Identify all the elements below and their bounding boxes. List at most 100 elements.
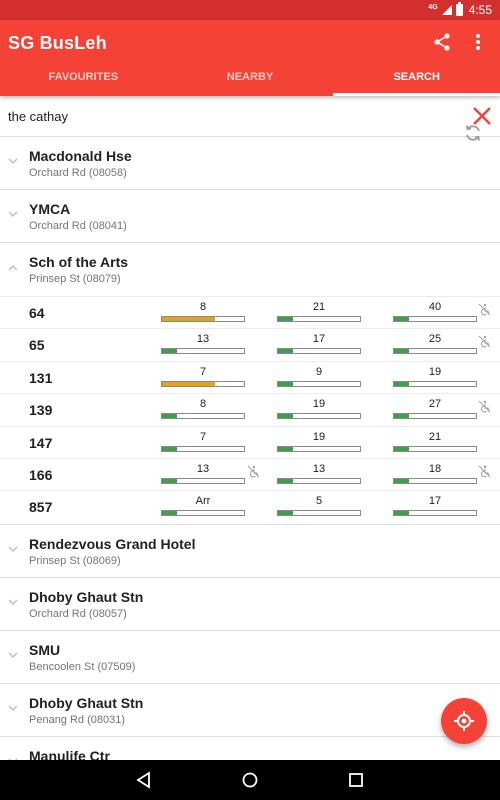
share-button[interactable] — [430, 30, 454, 54]
stop-address: Orchard Rd (08058) — [29, 167, 127, 179]
arrival-minutes: 9 — [315, 365, 323, 378]
arrival-minutes: 40 — [428, 301, 442, 313]
chevron-up-icon — [8, 265, 18, 271]
app-screen: 4G 4:55 SG BusLeh FAVOURITES NEARBY SEAR… — [0, 0, 500, 800]
load-bar — [277, 477, 361, 484]
search-input[interactable] — [8, 106, 448, 126]
arrival-1: 13 — [161, 463, 245, 485]
arrival-1: 8 — [161, 398, 245, 420]
tab-favourites[interactable]: FAVOURITES — [0, 64, 167, 96]
load-bar-fill — [394, 317, 409, 321]
arrival-1: 8 — [161, 301, 245, 323]
load-bar-fill — [278, 349, 293, 354]
list-item[interactable]: Dhoby Ghaut Stn Penang Rd (08031) — [0, 684, 500, 737]
service-number: 857 — [29, 499, 53, 516]
search-bar — [0, 96, 500, 137]
list-item[interactable]: YMCA Orchard Rd (08041) — [0, 190, 500, 243]
search-results-list: Macdonald Hse Orchard Rd (08058) YMCA Or… — [0, 137, 500, 760]
load-bar — [393, 380, 477, 387]
status-bar: 4G 4:55 — [0, 0, 500, 20]
recents-icon — [349, 773, 363, 787]
arrival-minutes: 7 — [199, 365, 207, 378]
arrival-3: 25 — [393, 333, 477, 355]
load-bar-fill — [394, 511, 409, 516]
arrival-2: 9 — [277, 366, 361, 388]
service-number: 147 — [29, 434, 53, 451]
tab-search[interactable]: SEARCH — [333, 64, 500, 96]
refresh-button[interactable] — [463, 123, 483, 143]
arrival-3: 21 — [393, 431, 477, 453]
arrival-minutes: 25 — [428, 333, 442, 346]
arrival-minutes: 7 — [199, 430, 207, 443]
list-item[interactable]: Macdonald Hse Orchard Rd (08058) — [0, 137, 500, 190]
tab-nearby[interactable]: NEARBY — [167, 64, 334, 96]
list-item[interactable]: SMU Bencoolen St (07509) — [0, 631, 500, 684]
load-bar — [161, 413, 245, 420]
load-bar — [161, 510, 245, 517]
load-bar — [393, 510, 477, 517]
arrival-3: 27 — [393, 398, 477, 420]
not-wheelchair-accessible-icon — [478, 400, 491, 413]
more-options-button[interactable] — [470, 30, 486, 54]
home-icon — [242, 772, 258, 788]
tab-bar: FAVOURITES NEARBY SEARCH — [0, 64, 500, 96]
expanded-stop-header[interactable]: Sch of the Arts Prinsep St (08079) — [0, 243, 500, 296]
arrival-1: 7 — [161, 366, 245, 388]
load-bar — [161, 316, 245, 322]
not-wheelchair-accessible-icon — [247, 465, 260, 478]
service-number: 64 — [29, 305, 45, 321]
load-bar — [393, 316, 477, 322]
list-item[interactable]: Manulife Ctr — [0, 737, 500, 760]
load-bar-fill — [162, 478, 177, 483]
nav-home-button[interactable] — [240, 770, 260, 790]
load-bar-fill — [278, 511, 293, 516]
chevron-down-icon — [8, 211, 18, 217]
load-bar — [277, 413, 361, 420]
arrival-minutes: 8 — [199, 301, 207, 313]
nav-back-button[interactable] — [134, 770, 154, 790]
load-bar — [277, 380, 361, 387]
stop-address: Prinsep St (08069) — [29, 555, 121, 567]
load-bar-fill — [278, 446, 293, 451]
load-bar-fill — [278, 381, 293, 386]
list-item[interactable]: Dhoby Ghaut Stn Orchard Rd (08057) — [0, 578, 500, 631]
service-number: 139 — [29, 402, 53, 419]
arrival-2: 19 — [277, 398, 361, 420]
arrival-3: 19 — [393, 366, 477, 388]
back-icon — [136, 771, 150, 789]
share-icon — [434, 33, 450, 51]
list-item[interactable]: Rendezvous Grand Hotel Prinsep St (08069… — [0, 525, 500, 578]
service-arrivals-table: 64 8 21 40 65 13 17 25 131 7 9 19 139 8 19 27 147 7 19 21 16… — [0, 296, 500, 523]
load-bar — [161, 445, 245, 452]
stop-name: Macdonald Hse — [29, 148, 132, 164]
nav-recents-button[interactable] — [346, 770, 366, 790]
not-wheelchair-accessible-icon — [478, 303, 491, 316]
service-number: 65 — [29, 337, 45, 354]
stop-address: Bencoolen St (07509) — [29, 661, 136, 673]
stop-name: Dhoby Ghaut Stn — [29, 589, 144, 605]
arrival-minutes: 13 — [196, 462, 210, 475]
load-bar-fill — [278, 478, 293, 483]
chevron-down-icon — [8, 158, 18, 164]
not-wheelchair-accessible-icon — [478, 465, 491, 478]
load-bar — [393, 413, 477, 420]
chevron-down-icon — [8, 599, 18, 605]
stop-name: Sch of the Arts — [29, 254, 129, 270]
arrival-minutes: 19 — [312, 430, 326, 443]
arrival-minutes: 5 — [315, 495, 323, 508]
service-number: 166 — [29, 466, 53, 483]
arrival-3: 18 — [393, 463, 477, 485]
stop-name: YMCA — [29, 201, 71, 217]
load-bar — [393, 348, 477, 355]
load-bar-fill — [394, 414, 409, 419]
load-bar — [277, 316, 361, 322]
service-row: 64 8 21 40 — [0, 296, 500, 328]
chevron-down-icon — [8, 546, 18, 552]
arrival-3: 17 — [393, 495, 477, 517]
stop-name: Manulife Ctr — [29, 748, 110, 760]
my-location-button[interactable] — [441, 698, 487, 744]
arrival-minutes: 17 — [312, 333, 326, 346]
app-bar: SG BusLeh FAVOURITES NEARBY SEARCH — [0, 20, 500, 96]
arrival-minutes: 13 — [312, 462, 326, 475]
service-row: 65 13 17 25 — [0, 328, 500, 360]
